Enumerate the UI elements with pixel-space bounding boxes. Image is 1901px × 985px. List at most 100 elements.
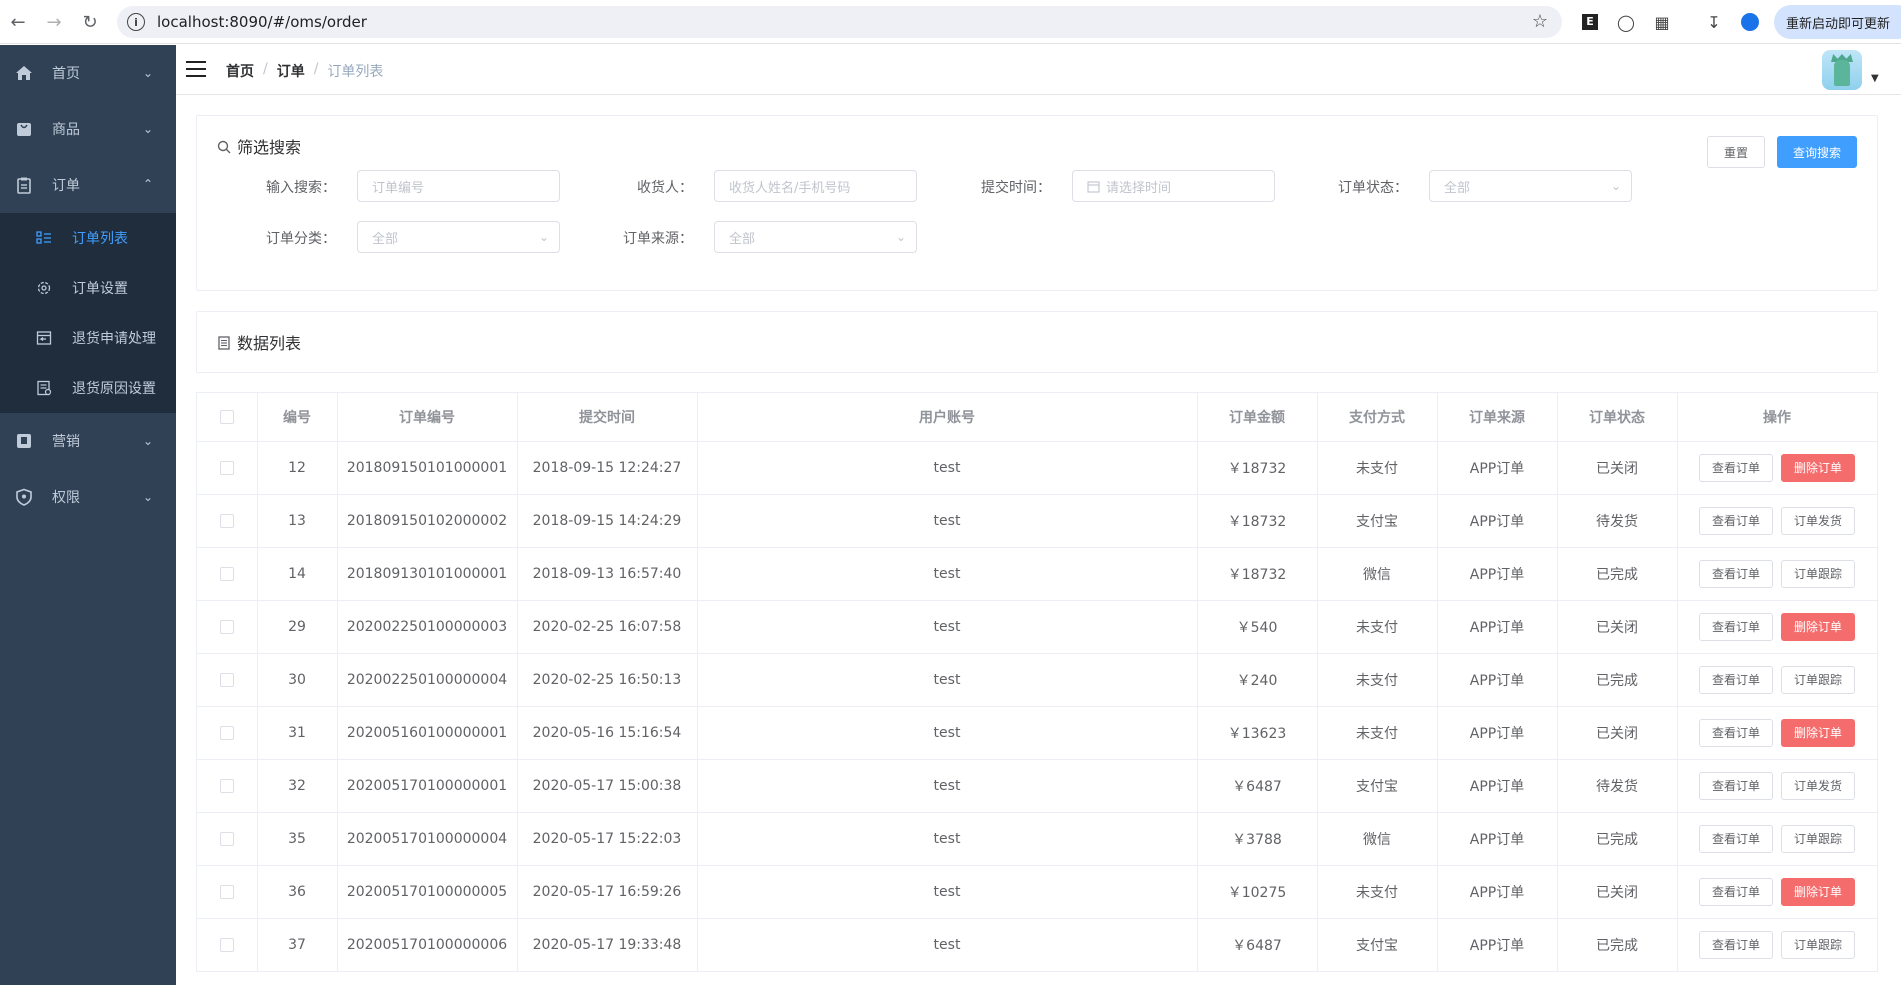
bookmark-star-icon[interactable]: ☆ (1532, 11, 1548, 32)
row-checkbox[interactable] (219, 672, 234, 687)
row-checkbox[interactable] (219, 619, 234, 634)
chevron-down-icon: ⌄ (143, 122, 154, 136)
delete-order-button[interactable]: 删除订单 (1781, 612, 1856, 641)
sidebar-item-order-settings[interactable]: 订单设置 (0, 263, 176, 313)
receiver-input[interactable]: 收货人姓名/手机号码 (714, 170, 917, 202)
more-menu-icon[interactable]: ⋮ (1896, 15, 1901, 30)
cell-pay-type: 未支付 (1317, 865, 1438, 919)
puzzle-icon[interactable]: ▦ (1650, 10, 1674, 34)
sidebar-item-return-apply[interactable]: 退货申请处理 (0, 313, 176, 363)
select-all-checkbox[interactable] (219, 409, 234, 424)
order-action-button[interactable]: 订单发货 (1781, 771, 1856, 800)
doc-icon (36, 380, 52, 396)
sidebar-item-return-reason[interactable]: 退货原因设置 (0, 363, 176, 413)
view-order-button[interactable]: 查看订单 (1698, 824, 1773, 853)
row-checkbox[interactable] (219, 513, 234, 528)
update-button[interactable]: 重新启动即可更新 ⋮ (1774, 5, 1901, 39)
home-icon (14, 63, 34, 83)
site-info-icon[interactable]: i (127, 13, 145, 31)
sidebar-item-products[interactable]: 商品 ⌄ (0, 101, 176, 157)
view-order-button[interactable]: 查看订单 (1698, 718, 1773, 747)
sidebar-item-label: 权限 (52, 490, 80, 506)
cell-pay-type: 未支付 (1317, 600, 1438, 654)
receiver-placeholder: 收货人姓名/手机号码 (729, 180, 851, 196)
sidebar-item-label: 首页 (52, 66, 80, 82)
forward-icon[interactable]: → (36, 4, 72, 40)
row-checkbox[interactable] (219, 460, 234, 475)
list-title: 数据列表 (217, 330, 301, 354)
status-select[interactable]: 全部 ⌄ (1429, 170, 1632, 202)
view-order-button[interactable]: 查看订单 (1698, 506, 1773, 535)
cell-status: 已完成 (1557, 918, 1678, 972)
cell-amount: ￥18732 (1197, 441, 1318, 495)
cell-status: 已完成 (1557, 812, 1678, 866)
hamburger-icon[interactable] (186, 61, 206, 77)
column-header: 支付方式 (1317, 393, 1438, 442)
sidebar: 首页 ⌄ 商品 ⌄ 订单 ⌃ 订单列表 订单设置 退货申请处理 退货原因设置 营… (0, 45, 176, 985)
row-checkbox[interactable] (219, 725, 234, 740)
sidebar-item-marketing[interactable]: 营销 ⌄ (0, 413, 176, 469)
order-action-button[interactable]: 订单发货 (1781, 506, 1856, 535)
order-action-button[interactable]: 订单跟踪 (1781, 930, 1856, 959)
url-text[interactable]: localhost:8090/#/oms/order (157, 13, 367, 31)
row-select-cell (197, 653, 258, 707)
order-action-button[interactable]: 订单跟踪 (1781, 665, 1856, 694)
sidebar-item-home[interactable]: 首页 ⌄ (0, 45, 176, 101)
date-picker[interactable]: 请选择时间 (1072, 170, 1275, 202)
cell-order-sn: 202005170100000006 (337, 918, 518, 972)
breadcrumb-home[interactable]: 首页 (226, 61, 254, 81)
chat-extension-icon[interactable]: ◯ (1614, 10, 1638, 34)
row-checkbox[interactable] (219, 884, 234, 899)
row-checkbox[interactable] (219, 937, 234, 952)
view-order-button[interactable]: 查看订单 (1698, 771, 1773, 800)
row-select-cell (197, 812, 258, 866)
reset-button[interactable]: 重置 (1707, 136, 1765, 168)
order-action-button[interactable]: 订单跟踪 (1781, 824, 1856, 853)
breadcrumb-orders[interactable]: 订单 (277, 61, 305, 81)
receiver-label: 收货人： (637, 180, 693, 196)
clipboard-icon (14, 175, 34, 195)
cell-user: test (697, 918, 1198, 972)
delete-order-button[interactable]: 删除订单 (1781, 718, 1856, 747)
view-order-button[interactable]: 查看订单 (1698, 612, 1773, 641)
row-checkbox[interactable] (219, 831, 234, 846)
view-order-button[interactable]: 查看订单 (1698, 559, 1773, 588)
search-icon (217, 139, 231, 154)
type-select[interactable]: 全部 ⌄ (357, 221, 560, 253)
table-row: 12 201809150101000001 2018-09-15 12:24:2… (197, 441, 1878, 495)
column-header: 操作 (1677, 393, 1878, 442)
cell-pay-type: 未支付 (1317, 706, 1438, 760)
extension-e-icon[interactable]: E (1578, 10, 1602, 34)
reload-icon[interactable]: ↻ (72, 4, 108, 40)
caret-down-icon[interactable]: ▼ (1871, 73, 1879, 84)
row-checkbox[interactable] (219, 778, 234, 793)
sidebar-item-orders[interactable]: 订单 ⌃ (0, 157, 176, 213)
delete-order-button[interactable]: 删除订单 (1781, 877, 1856, 906)
delete-order-button[interactable]: 删除订单 (1781, 453, 1856, 482)
keyword-input[interactable]: 订单编号 (357, 170, 560, 202)
view-order-button[interactable]: 查看订单 (1698, 453, 1773, 482)
top-navbar: 首页 / 订单 / 订单列表 ▼ (176, 45, 1901, 95)
select-all-cell (197, 393, 258, 442)
column-header: 订单编号 (337, 393, 518, 442)
view-order-button[interactable]: 查看订单 (1698, 877, 1773, 906)
address-bar[interactable]: i localhost:8090/#/oms/order ☆ (117, 6, 1562, 38)
sidebar-item-order-list[interactable]: 订单列表 (0, 213, 176, 263)
sidebar-item-label: 退货申请处理 (72, 331, 156, 347)
avatar[interactable] (1822, 50, 1862, 90)
query-search-button[interactable]: 查询搜索 (1777, 136, 1857, 168)
back-icon[interactable]: ← (0, 4, 36, 40)
download-icon[interactable]: ↧ (1702, 10, 1726, 34)
profile-icon[interactable] (1738, 10, 1762, 34)
sidebar-item-label: 订单 (52, 178, 80, 194)
source-select[interactable]: 全部 ⌄ (714, 221, 917, 253)
order-action-button[interactable]: 订单跟踪 (1781, 559, 1856, 588)
row-checkbox[interactable] (219, 566, 234, 581)
cell-amount: ￥13623 (1197, 706, 1318, 760)
view-order-button[interactable]: 查看订单 (1698, 930, 1773, 959)
sidebar-item-permission[interactable]: 权限 ⌄ (0, 469, 176, 525)
cell-status: 已完成 (1557, 653, 1678, 707)
filter-card: 筛选搜索 重置 查询搜索 输入搜索： 订单编号 收货人： 收货人姓名/手机号码 … (196, 115, 1878, 291)
view-order-button[interactable]: 查看订单 (1698, 665, 1773, 694)
orders-submenu: 订单列表 订单设置 退货申请处理 退货原因设置 (0, 213, 176, 413)
